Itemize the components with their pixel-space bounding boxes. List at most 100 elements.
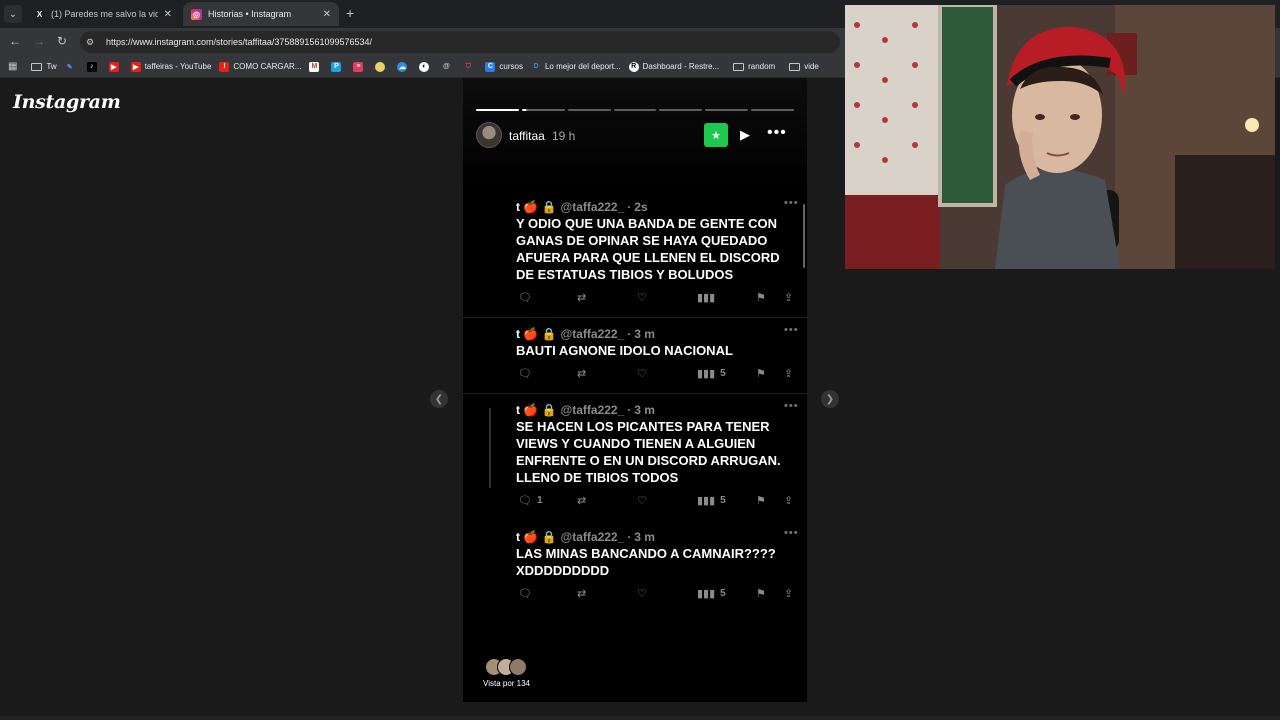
reply-icon: 🗨: [518, 368, 532, 380]
bookmark-dashboard-restream[interactable]: R Dashboard - Restre...: [628, 61, 719, 72]
tweet-handle: @taffa222_: [560, 200, 625, 214]
next-story-chevron-icon[interactable]: ❯: [821, 390, 839, 408]
views-icon: ▮▮▮ 5: [697, 368, 726, 380]
bookmark-folder-random[interactable]: random: [733, 62, 775, 71]
viewer-avatars: [485, 658, 527, 676]
back-arrow-icon[interactable]: ←: [9, 34, 21, 48]
retweet-icon: ⇄: [577, 368, 587, 380]
retweet-icon: ⇄: [577, 292, 587, 304]
reload-icon[interactable]: ↻: [57, 34, 67, 48]
bookmark-icon: ⚑: [756, 292, 766, 304]
tweet-header: t 🍎 🔒 @taffa222_ · 2s: [516, 200, 648, 214]
r-icon: R: [628, 61, 639, 72]
bookmark-p[interactable]: P: [331, 61, 345, 72]
bookmark-folder-vide[interactable]: vide: [789, 62, 819, 71]
bookmark-icon: ⚑: [756, 588, 766, 600]
like-icon: ♡: [637, 495, 647, 507]
folder-icon: [789, 62, 801, 71]
account-badges: t 🍎 🔒: [516, 403, 557, 417]
tweet-handle: @taffa222_: [560, 403, 625, 417]
tab-close-icon[interactable]: ✕: [164, 9, 172, 20]
tab-title: Historias • Instagram: [208, 9, 292, 19]
cursos-icon: C: [485, 61, 496, 72]
bookmark-cloud[interactable]: ☁: [397, 61, 411, 72]
tweet-text: LAS MINAS BANCANDO A CAMNAIR???? XDDDDDD…: [516, 546, 776, 578]
more-options-icon[interactable]: •••: [767, 124, 787, 142]
tiktok-icon: ♪: [86, 61, 97, 72]
views-count: 5: [720, 368, 726, 379]
story-viewer[interactable]: taffitaa 19 h ★ ▶ ••• t 🍎 🔒 @taffa222_ ·…: [463, 78, 807, 702]
bookmark-icon: ⚑: [756, 495, 766, 507]
forward-arrow-icon[interactable]: →: [33, 34, 45, 48]
address-bar[interactable]: ⚙ https://www.instagram.com/stories/taff…: [80, 31, 840, 53]
new-tab-plus-icon[interactable]: +: [346, 5, 354, 21]
instagram-icon: ◎: [191, 8, 202, 20]
cloud-icon: ☁: [397, 61, 408, 72]
bookmark-icon: ⚑: [756, 368, 766, 380]
bookmark-pencil[interactable]: ✎: [65, 62, 79, 72]
reply-icon: 🗨: [518, 292, 532, 304]
views-icon: ▮▮▮ 5: [697, 495, 726, 507]
instagram-logo[interactable]: Instagram: [13, 91, 121, 113]
tab-search-chevron-icon[interactable]: ⌄: [4, 5, 22, 23]
bookmark-youtube[interactable]: ▶: [108, 61, 123, 72]
story-progress-bar: [476, 109, 795, 111]
bookmark-oval[interactable]: [375, 61, 389, 72]
thread-line: [489, 408, 491, 488]
youtube-icon: ▶: [108, 61, 119, 72]
reply-count: 1: [536, 495, 543, 506]
story-time: 19 h: [552, 129, 576, 143]
separator-dot: ·: [627, 327, 632, 341]
youtube-icon: ▶: [130, 61, 141, 72]
shield-icon: ⛉: [465, 62, 472, 70]
tweet-more-icon: •••: [784, 197, 799, 209]
previous-story-chevron-icon[interactable]: ❮: [430, 390, 448, 408]
story-username[interactable]: taffitaa: [509, 129, 545, 143]
tweet-divider: [463, 393, 807, 394]
webcam-image: [845, 5, 1275, 269]
tweet-age: 3 m: [634, 403, 655, 417]
progress-segment: [659, 109, 703, 111]
browser-tab-instagram[interactable]: ◎ Historias • Instagram ✕: [183, 2, 339, 26]
webcam-overlay: [845, 5, 1275, 269]
progress-segment: [521, 109, 565, 111]
bookmark-circle[interactable]: ◐: [419, 61, 433, 72]
x-logo-icon: X: [36, 9, 43, 19]
tweet-actions: 🗨 ⇄ ♡ ▮▮▮ ⚑ ⇪: [516, 291, 806, 307]
folder-icon: [31, 62, 43, 71]
avatar[interactable]: [476, 122, 502, 148]
views-count: 5: [720, 588, 726, 599]
tweet-handle: @taffa222_: [560, 327, 625, 341]
scrollbar[interactable]: [803, 204, 805, 268]
pencil-icon: ✎: [66, 63, 73, 71]
bookmark-folder-tw[interactable]: Tw: [31, 62, 57, 71]
bookmark-shield[interactable]: ⛉: [463, 62, 477, 72]
bookmark-taffeiras-youtube[interactable]: ▶ taffeiras - YouTube: [130, 61, 211, 72]
bookmark-tiktok[interactable]: ♪: [86, 61, 101, 72]
separator-dot: ·: [627, 403, 632, 417]
tweet-text: BAUTI AGNONE IDOLO NACIONAL: [516, 343, 733, 358]
bookmark-cursos[interactable]: Ccursos: [485, 61, 523, 72]
horizontal-scrollbar[interactable]: [0, 716, 1280, 720]
tab-close-icon[interactable]: ✕: [323, 9, 331, 20]
views-count: 5: [720, 495, 726, 506]
share-icon: ⇪: [784, 495, 794, 507]
warning-icon: !: [219, 61, 230, 72]
progress-segment: [751, 109, 795, 111]
browser-tab-x[interactable]: X (1) Paredes me salvo la vida en ✕: [26, 2, 180, 26]
oval-icon: [375, 61, 386, 72]
apps-grid-icon[interactable]: ▦: [8, 61, 17, 72]
tweet-age: 3 m: [634, 530, 655, 544]
tweet-more-icon: •••: [784, 400, 799, 412]
circle-icon: ◐: [419, 61, 430, 72]
like-icon: ♡: [637, 292, 647, 304]
play-icon[interactable]: ▶: [740, 127, 750, 143]
bookmark-grid[interactable]: ≡: [353, 61, 367, 72]
bookmark-como-cargar[interactable]: ! COMO CARGAR...: [219, 61, 301, 72]
bookmark-spiral[interactable]: @: [441, 62, 455, 72]
bookmark-gmail[interactable]: M: [309, 61, 323, 72]
site-settings-icon[interactable]: ⚙: [86, 37, 100, 48]
spiral-icon: @: [443, 63, 450, 70]
bookmark-lo-mejor-del-deporte[interactable]: D Lo mejor del deport...: [531, 62, 620, 72]
tweet-more-icon: •••: [784, 527, 799, 539]
